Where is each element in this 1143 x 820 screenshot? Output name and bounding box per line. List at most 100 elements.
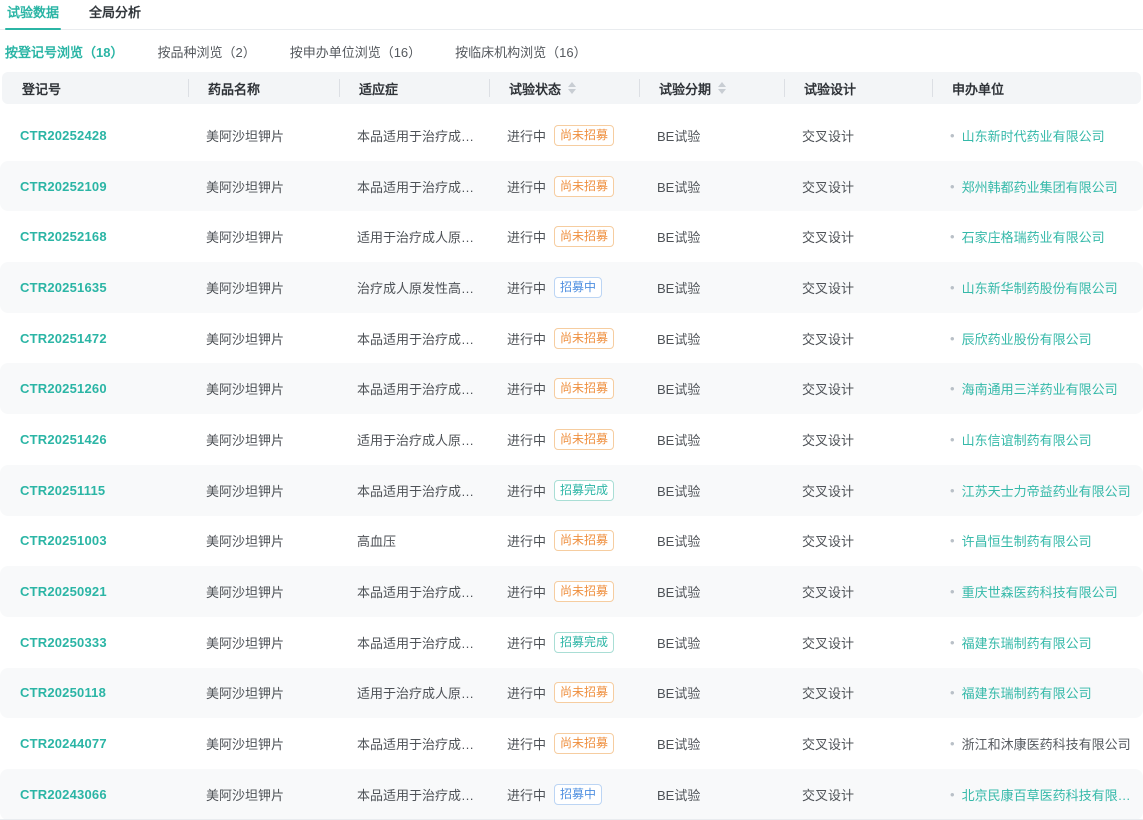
trial-phase: BE试验 bbox=[657, 734, 700, 753]
table-row[interactable]: CTR20250921 美阿沙坦钾片 本品适用于治疗成… 进行中 尚未招募 BE… bbox=[0, 566, 1143, 617]
trial-status: 进行中 bbox=[507, 734, 546, 753]
column-header-sponsor: 申办单位 bbox=[932, 72, 1141, 104]
trial-phase: BE试验 bbox=[657, 278, 700, 297]
sponsor-link[interactable]: 许昌恒生制药有限公司 bbox=[962, 531, 1092, 550]
column-label: 试验状态 bbox=[509, 79, 561, 98]
trial-phase: BE试验 bbox=[657, 177, 700, 196]
trial-design: 交叉设计 bbox=[802, 481, 854, 500]
drug-name: 美阿沙坦钾片 bbox=[206, 734, 284, 753]
trial-design: 交叉设计 bbox=[802, 734, 854, 753]
sponsor-link[interactable]: 郑州韩都药业集团有限公司 bbox=[962, 177, 1118, 196]
sponsor-link: 浙江和沐康医药科技有限公司 bbox=[962, 734, 1131, 753]
sponsor-link[interactable]: 重庆世森医药科技有限公司 bbox=[962, 582, 1118, 601]
registration-number-link[interactable]: CTR20250118 bbox=[20, 685, 106, 700]
table-row[interactable]: CTR20250333 美阿沙坦钾片 本品适用于治疗成… 进行中 招募完成 BE… bbox=[0, 617, 1143, 668]
indication: 本品适用于治疗成… bbox=[357, 582, 474, 601]
trial-design: 交叉设计 bbox=[802, 126, 854, 145]
status-badge: 尚未招募 bbox=[554, 176, 614, 197]
column-label: 申办单位 bbox=[952, 79, 1004, 98]
trial-status: 进行中 bbox=[507, 227, 546, 246]
status-badge: 招募完成 bbox=[554, 632, 614, 653]
registration-number-link[interactable]: CTR20251426 bbox=[20, 432, 107, 447]
bullet-icon: • bbox=[950, 685, 955, 700]
trial-phase: BE试验 bbox=[657, 227, 700, 246]
table-row[interactable]: CTR20243066 美阿沙坦钾片 本品适用于治疗成… 进行中 招募中 BE试… bbox=[0, 769, 1143, 820]
drug-name: 美阿沙坦钾片 bbox=[206, 430, 284, 449]
sponsor-link[interactable]: 山东信谊制药有限公司 bbox=[962, 430, 1092, 449]
trial-phase: BE试验 bbox=[657, 430, 700, 449]
trial-status: 进行中 bbox=[507, 278, 546, 297]
bullet-icon: • bbox=[950, 736, 955, 751]
sort-icon[interactable] bbox=[568, 82, 576, 94]
table-row[interactable]: CTR20251003 美阿沙坦钾片 高血压 进行中 尚未招募 BE试验 交叉设… bbox=[0, 516, 1143, 567]
registration-number-link[interactable]: CTR20252428 bbox=[20, 128, 107, 143]
trial-status: 进行中 bbox=[507, 582, 546, 601]
trial-design: 交叉设计 bbox=[802, 379, 854, 398]
sponsor-link[interactable]: 山东新华制药股份有限公司 bbox=[962, 278, 1118, 297]
status-badge: 尚未招募 bbox=[554, 125, 614, 146]
sponsor-link[interactable]: 福建东瑞制药有限公司 bbox=[962, 633, 1092, 652]
sponsor-link[interactable]: 海南通用三洋药业有限公司 bbox=[962, 379, 1118, 398]
table-row[interactable]: CTR20251115 美阿沙坦钾片 本品适用于治疗成… 进行中 招募完成 BE… bbox=[0, 465, 1143, 516]
registration-number-link[interactable]: CTR20243066 bbox=[20, 787, 107, 802]
bullet-icon: • bbox=[950, 381, 955, 396]
status-badge: 尚未招募 bbox=[554, 530, 614, 551]
table-row[interactable]: CTR20251260 美阿沙坦钾片 本品适用于治疗成… 进行中 尚未招募 BE… bbox=[0, 363, 1143, 414]
subtab-by-variety[interactable]: 按品种浏览（2） bbox=[157, 42, 255, 61]
table-row[interactable]: CTR20252168 美阿沙坦钾片 适用于治疗成人原… 进行中 尚未招募 BE… bbox=[0, 211, 1143, 262]
registration-number-link[interactable]: CTR20250921 bbox=[20, 584, 107, 599]
column-header-registration: 登记号 bbox=[2, 72, 188, 104]
trial-phase: BE试验 bbox=[657, 379, 700, 398]
registration-number-link[interactable]: CTR20250333 bbox=[20, 635, 107, 650]
trial-phase: BE试验 bbox=[657, 633, 700, 652]
sponsor-link[interactable]: 福建东瑞制药有限公司 bbox=[962, 683, 1092, 702]
registration-number-link[interactable]: CTR20251635 bbox=[20, 280, 107, 295]
trial-design: 交叉设计 bbox=[802, 278, 854, 297]
indication: 本品适用于治疗成… bbox=[357, 177, 474, 196]
table-row[interactable]: CTR20251635 美阿沙坦钾片 治疗成人原发性高… 进行中 招募中 BE试… bbox=[0, 262, 1143, 313]
table-row[interactable]: CTR20244077 美阿沙坦钾片 本品适用于治疗成… 进行中 尚未招募 BE… bbox=[0, 718, 1143, 769]
drug-name: 美阿沙坦钾片 bbox=[206, 227, 284, 246]
registration-number-link[interactable]: CTR20244077 bbox=[20, 736, 107, 751]
drug-name: 美阿沙坦钾片 bbox=[206, 278, 284, 297]
table-row[interactable]: CTR20251426 美阿沙坦钾片 适用于治疗成人原… 进行中 尚未招募 BE… bbox=[0, 414, 1143, 465]
bullet-icon: • bbox=[950, 229, 955, 244]
table-row[interactable]: CTR20252428 美阿沙坦钾片 本品适用于治疗成… 进行中 尚未招募 BE… bbox=[0, 110, 1143, 161]
registration-number-link[interactable]: CTR20251003 bbox=[20, 533, 107, 548]
sponsor-link[interactable]: 山东新时代药业有限公司 bbox=[962, 126, 1105, 145]
drug-name: 美阿沙坦钾片 bbox=[206, 531, 284, 550]
drug-name: 美阿沙坦钾片 bbox=[206, 379, 284, 398]
trial-design: 交叉设计 bbox=[802, 531, 854, 550]
sub-tab-bar: 按登记号浏览（18） 按品种浏览（2） 按申办单位浏览（16） 按临床机构浏览（… bbox=[0, 30, 1143, 72]
sponsor-link[interactable]: 辰欣药业股份有限公司 bbox=[962, 329, 1092, 348]
column-header-trial-status: 试验状态 bbox=[489, 72, 639, 104]
sponsor-link[interactable]: 北京民康百草医药科技有限… bbox=[962, 785, 1131, 804]
registration-number-link[interactable]: CTR20251260 bbox=[20, 381, 107, 396]
sponsor-link[interactable]: 石家庄格瑞药业有限公司 bbox=[962, 227, 1105, 246]
subtab-by-sponsor[interactable]: 按申办单位浏览（16） bbox=[290, 42, 421, 61]
trial-design: 交叉设计 bbox=[802, 582, 854, 601]
sponsor-link[interactable]: 江苏天士力帝益药业有限公司 bbox=[962, 481, 1131, 500]
column-header-indication: 适应症 bbox=[339, 72, 489, 104]
registration-number-link[interactable]: CTR20251472 bbox=[20, 331, 107, 346]
table-row[interactable]: CTR20252109 美阿沙坦钾片 本品适用于治疗成… 进行中 尚未招募 BE… bbox=[0, 161, 1143, 212]
trial-status: 进行中 bbox=[507, 177, 546, 196]
tab-trial-data[interactable]: 试验数据 bbox=[5, 0, 61, 29]
trial-phase: BE试验 bbox=[657, 683, 700, 702]
subtab-by-registration[interactable]: 按登记号浏览（18） bbox=[5, 42, 123, 61]
indication: 治疗成人原发性高… bbox=[357, 278, 474, 297]
registration-number-link[interactable]: CTR20251115 bbox=[20, 483, 105, 498]
indication: 本品适用于治疗成… bbox=[357, 633, 474, 652]
status-badge: 招募完成 bbox=[554, 480, 614, 501]
trial-design: 交叉设计 bbox=[802, 633, 854, 652]
registration-number-link[interactable]: CTR20252109 bbox=[20, 179, 107, 194]
bullet-icon: • bbox=[950, 483, 955, 498]
sort-icon[interactable] bbox=[718, 82, 726, 94]
drug-name: 美阿沙坦钾片 bbox=[206, 582, 284, 601]
table-row[interactable]: CTR20251472 美阿沙坦钾片 本品适用于治疗成… 进行中 尚未招募 BE… bbox=[0, 313, 1143, 364]
status-badge: 尚未招募 bbox=[554, 682, 614, 703]
subtab-by-institution[interactable]: 按临床机构浏览（16） bbox=[455, 42, 586, 61]
tab-global-analysis[interactable]: 全局分析 bbox=[87, 0, 143, 29]
registration-number-link[interactable]: CTR20252168 bbox=[20, 229, 107, 244]
table-row[interactable]: CTR20250118 美阿沙坦钾片 适用于治疗成人原… 进行中 尚未招募 BE… bbox=[0, 668, 1143, 719]
